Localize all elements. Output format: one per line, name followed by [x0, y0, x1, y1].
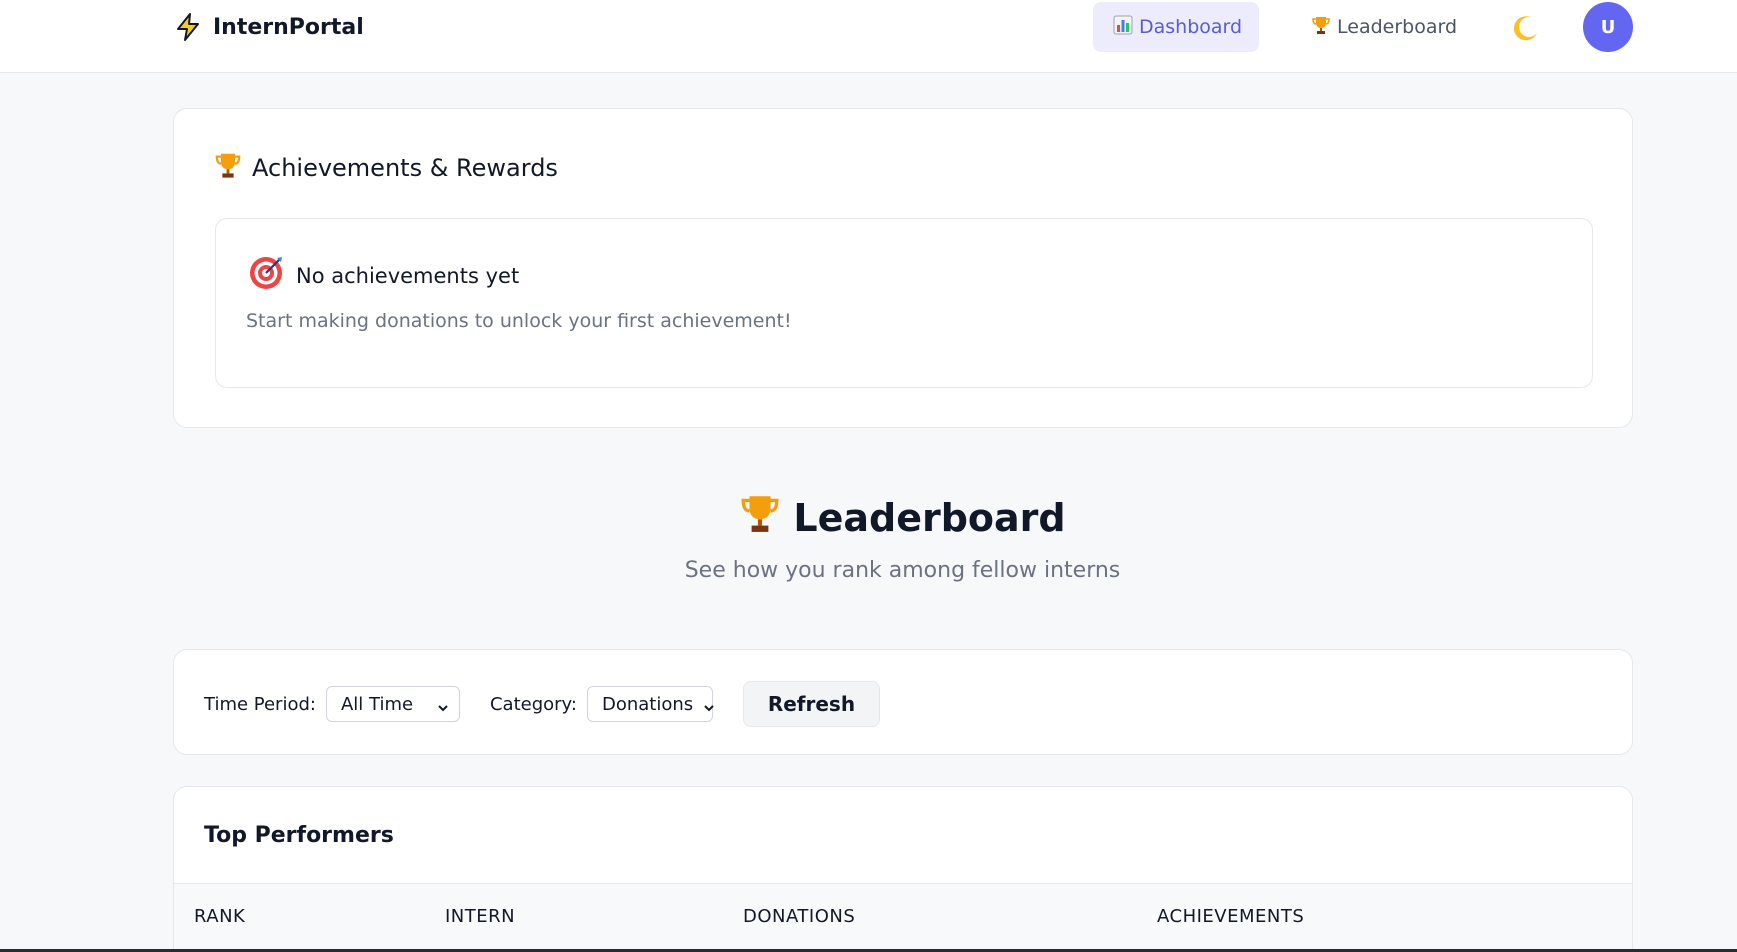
- time-period-select[interactable]: All Time: [325, 686, 460, 722]
- nav-dashboard[interactable]: Dashboard: [1093, 2, 1259, 52]
- category-label: Category:: [489, 693, 577, 715]
- time-period-value: All Time: [340, 693, 414, 715]
- moon-icon[interactable]: [1510, 12, 1542, 44]
- target-icon: [248, 255, 284, 296]
- lightning-icon: [173, 12, 203, 42]
- bar-chart-icon: [1113, 15, 1133, 40]
- column-header-rank[interactable]: RANK: [194, 906, 245, 927]
- chevron-down-icon: [703, 698, 715, 712]
- leaderboard-heading: Leaderboard: [0, 492, 1737, 543]
- brand[interactable]: InternPortal: [173, 12, 364, 42]
- top-performers-title: Top Performers: [204, 823, 394, 848]
- trophy-icon: [739, 492, 781, 543]
- time-period-label: Time Period:: [204, 693, 316, 715]
- nav-dashboard-label: Dashboard: [1139, 16, 1243, 38]
- empty-description: Start making donations to unlock your fi…: [246, 310, 792, 332]
- nav-leaderboard-label: Leaderboard: [1337, 16, 1458, 38]
- empty-achievements-box: No achievements yet Start making donatio…: [215, 218, 1593, 388]
- chevron-down-icon: [437, 698, 449, 712]
- empty-title: No achievements yet: [248, 255, 519, 296]
- table-header: RANK INTERN DONATIONS ACHIEVEMENTS: [174, 883, 1632, 952]
- category-value: Donations: [601, 693, 694, 715]
- nav-leaderboard[interactable]: Leaderboard: [1291, 2, 1461, 52]
- column-header-intern[interactable]: INTERN: [445, 906, 515, 927]
- brand-name: InternPortal: [213, 14, 364, 40]
- filter-row: Time Period: All Time Category: Donation…: [204, 681, 880, 727]
- refresh-button[interactable]: Refresh: [742, 681, 880, 727]
- top-performers-card: Top Performers RANK INTERN DONATIONS ACH…: [173, 786, 1633, 952]
- filter-bar: Time Period: All Time Category: Donation…: [173, 649, 1633, 755]
- achievements-title-text: Achievements & Rewards: [252, 154, 558, 182]
- achievements-card: Achievements & Rewards No achievements y…: [173, 108, 1633, 428]
- leaderboard-title: Leaderboard: [793, 495, 1066, 540]
- top-navbar: InternPortal Dashboard Leaderboard U: [0, 0, 1737, 73]
- column-header-donations[interactable]: DONATIONS: [743, 906, 855, 927]
- achievements-title: Achievements & Rewards: [214, 151, 558, 185]
- leaderboard-subtitle: See how you rank among fellow interns: [684, 558, 1121, 583]
- trophy-icon: [1311, 15, 1331, 40]
- empty-title-text: No achievements yet: [296, 263, 520, 288]
- category-select[interactable]: Donations: [586, 686, 715, 722]
- column-header-achievements[interactable]: ACHIEVEMENTS: [1157, 906, 1304, 927]
- trophy-icon: [214, 151, 242, 185]
- avatar[interactable]: U: [1583, 2, 1633, 52]
